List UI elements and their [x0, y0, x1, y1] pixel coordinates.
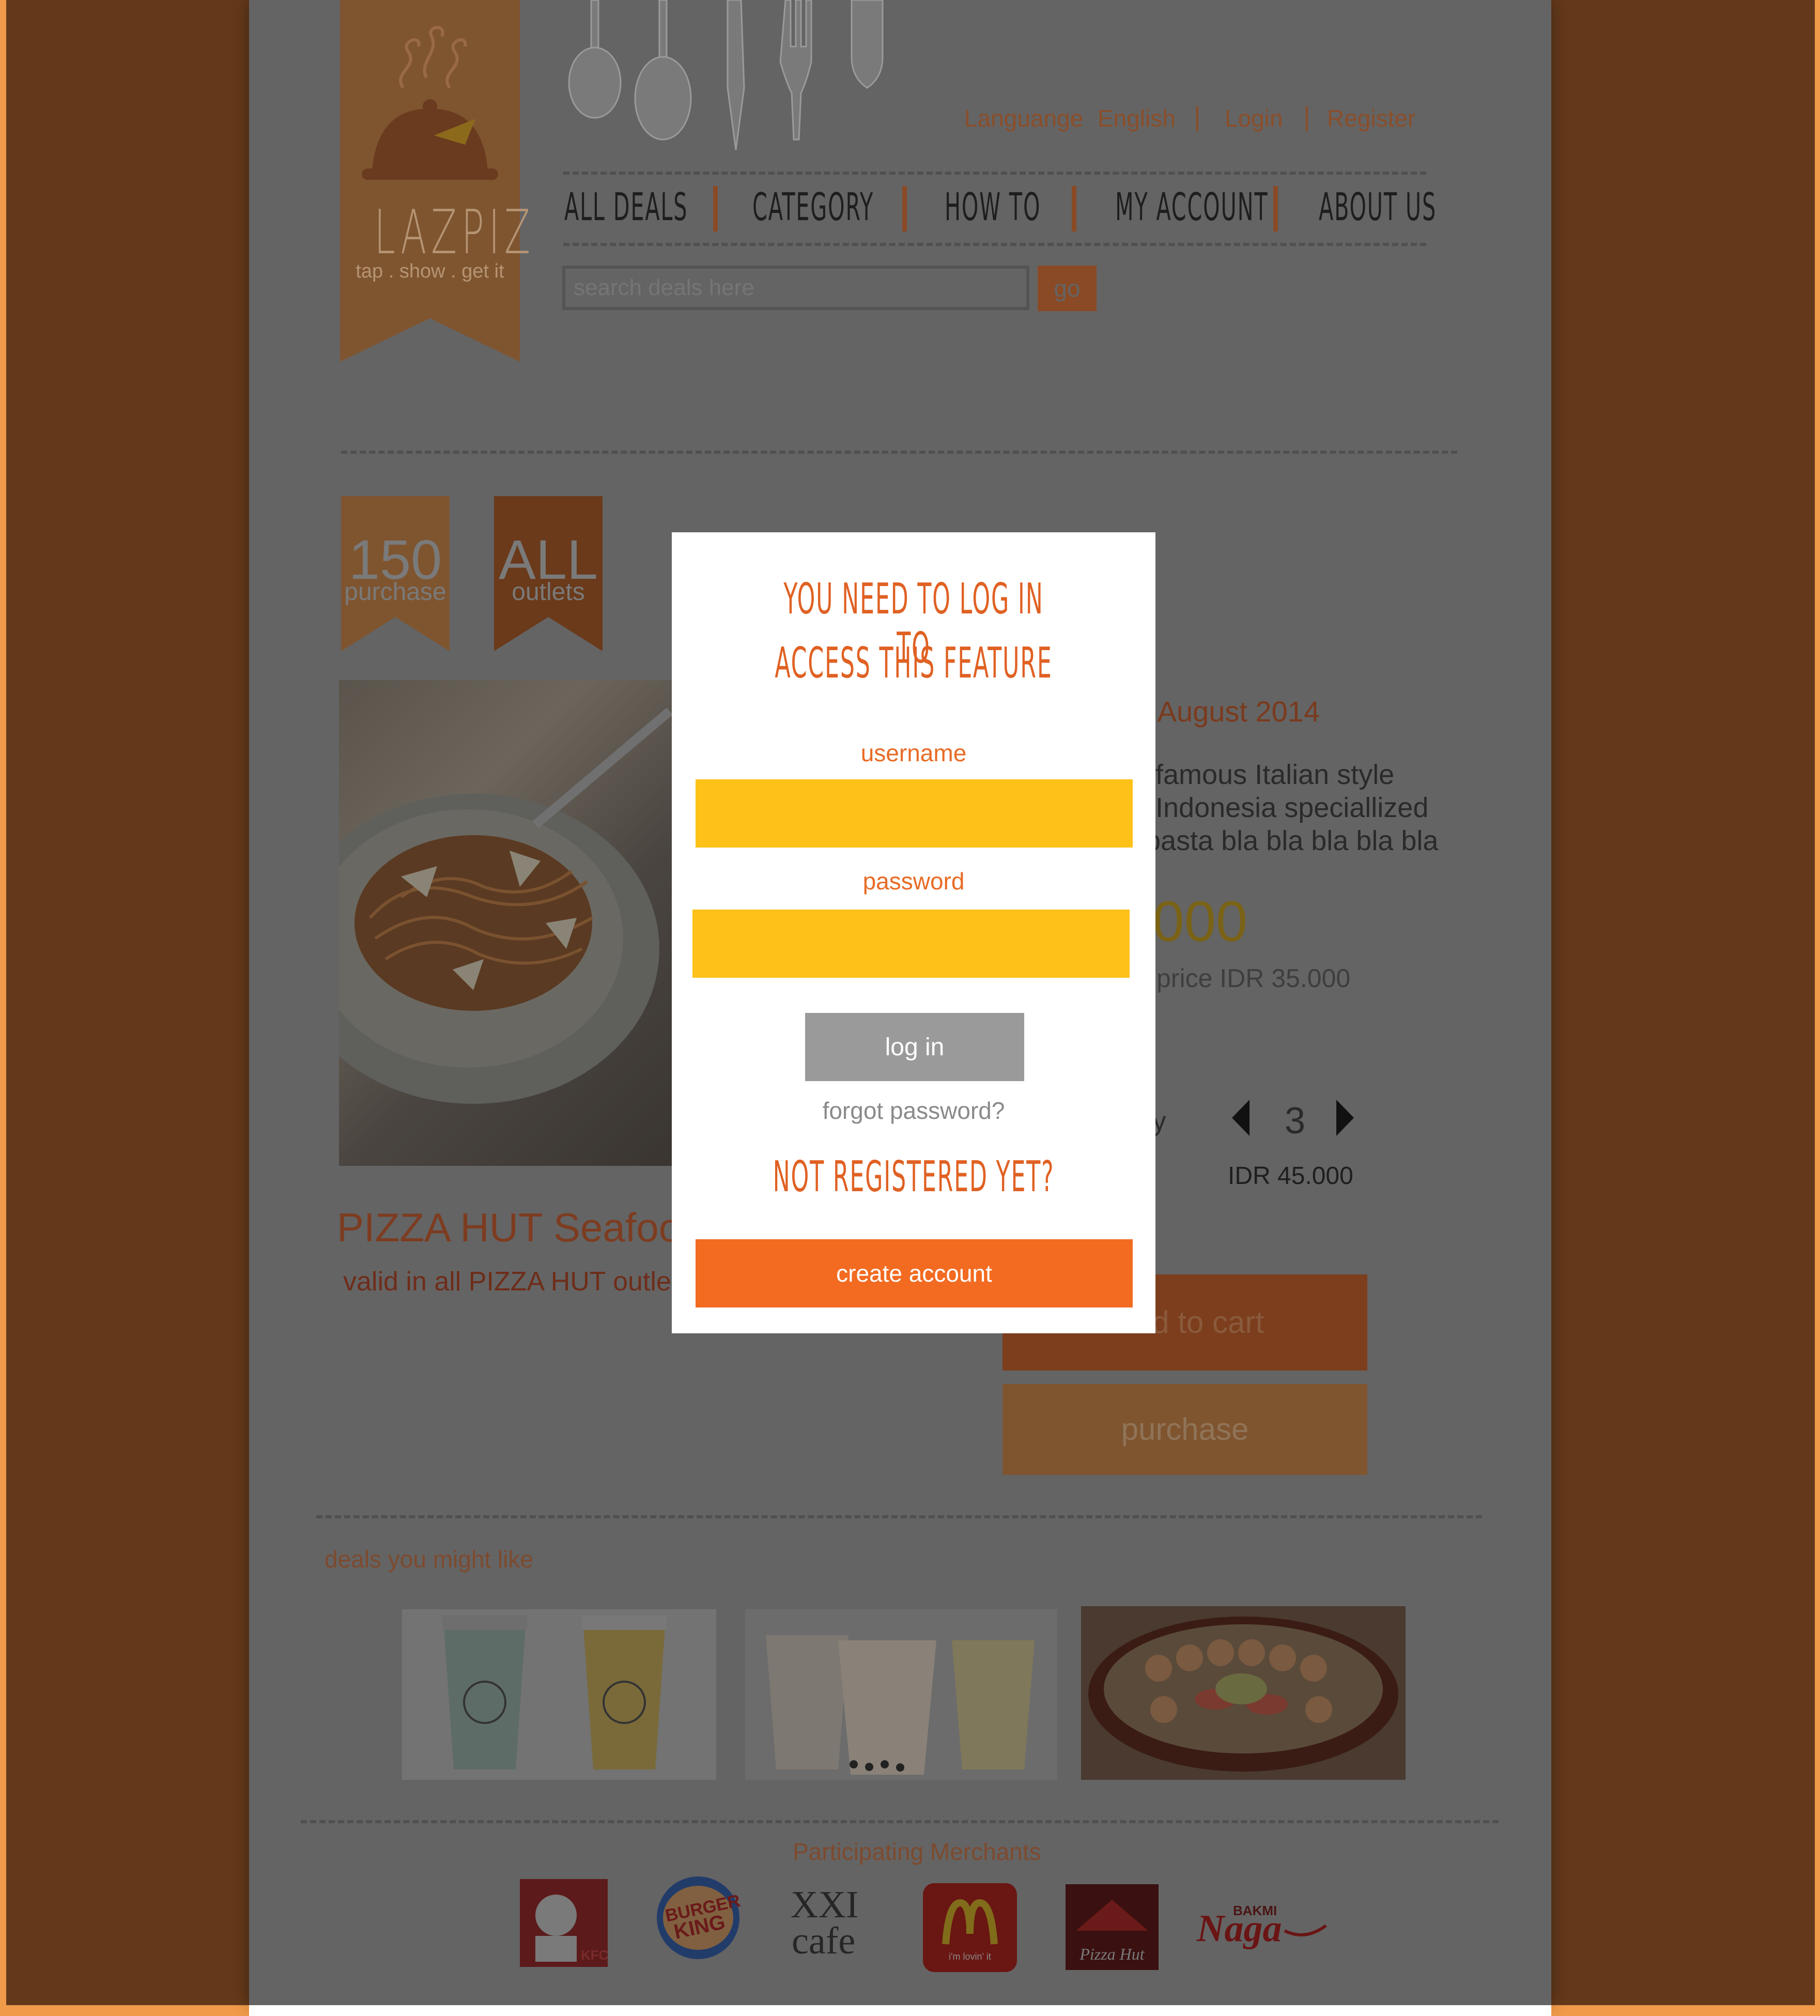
xxi-cafe-line2: cafe	[792, 1920, 855, 1962]
cutlery-decoration-icon	[568, 0, 884, 150]
section-divider	[316, 1515, 1482, 1518]
deal-thumbnail[interactable]	[402, 1609, 716, 1780]
not-registered-heading: NOT REGISTERED YET?	[773, 1152, 1055, 1202]
create-account-button[interactable]: create account	[696, 1239, 1133, 1307]
mcdonalds-slogan: i'm lovin' it	[949, 1951, 991, 1962]
deal-original-price: price IDR 35.000	[1156, 964, 1351, 993]
pizza-hut-logo-text: Pizza Hut	[1079, 1945, 1145, 1963]
drinks-cups-image	[442, 1615, 667, 1769]
search-go-button[interactable]: go	[1038, 266, 1097, 311]
brand-name: LAZPIZ	[374, 196, 535, 268]
bakmi-naga-logo-icon[interactable]: BAKMI Naga	[1192, 1879, 1336, 1957]
nav-my-account[interactable]: MY ACCOUNT	[1115, 185, 1268, 229]
quantity-value: 3	[1285, 1100, 1306, 1142]
recommended-deals-label: deals you might like	[325, 1546, 533, 1573]
purchase-button[interactable]: purchase	[1002, 1384, 1367, 1475]
topbar-separator: |	[1194, 102, 1201, 132]
nav-about-us[interactable]: ABOUT US	[1319, 185, 1437, 229]
bakmi-naga-big: Naga	[1196, 1907, 1282, 1950]
log-in-button[interactable]: log in	[805, 1013, 1024, 1081]
deal-description-line: famous Italian style	[1155, 759, 1395, 790]
nav-divider-bottom	[563, 243, 1426, 246]
password-field[interactable]	[692, 910, 1130, 978]
nav-separator	[902, 186, 907, 232]
search-input[interactable]	[562, 266, 1029, 310]
login-required-modal: YOU NEED TO LOG IN TO ACCESS THIS FEATUR…	[672, 532, 1155, 1333]
language-label: Languange	[964, 105, 1084, 132]
nav-divider-top	[563, 172, 1426, 175]
modal-heading-line2: ACCESS THIS FEATURE	[775, 639, 1053, 688]
nav-category[interactable]: CATEGORY	[752, 185, 874, 229]
username-label: username	[860, 740, 967, 766]
nav-separator	[1273, 186, 1278, 232]
purchase-count-label: purchase	[344, 578, 446, 606]
mcdonalds-logo-icon[interactable]: i'm lovin' it	[922, 1882, 1018, 1973]
nav-separator	[713, 186, 718, 232]
deal-thumbnail[interactable]	[1081, 1606, 1406, 1780]
left-background-panel	[6, 0, 249, 2005]
section-divider	[341, 451, 1457, 454]
deal-thumbnail[interactable]	[745, 1609, 1057, 1780]
quantity-increase-icon[interactable]	[1336, 1100, 1355, 1136]
merchants-label: Participating Merchants	[793, 1838, 1041, 1865]
login-link[interactable]: Login	[1225, 104, 1283, 132]
password-label: password	[862, 868, 965, 895]
burger-king-logo-icon[interactable]: BURGER KING	[654, 1874, 742, 1962]
right-background-panel	[1551, 0, 1815, 2005]
quantity-total: IDR 45.000	[1228, 1162, 1353, 1190]
spaghetti-plate-image	[339, 707, 673, 1104]
topbar-separator: |	[1303, 102, 1310, 132]
forgot-password-link[interactable]: forgot password?	[672, 1097, 1155, 1125]
deal-description-line: pasta bla bla bla bla bla	[1145, 825, 1439, 856]
bubble-tea-image	[766, 1635, 1035, 1775]
username-field[interactable]	[696, 779, 1133, 848]
kfc-logo-text: KFC	[581, 1947, 608, 1963]
outlets-label: outlets	[512, 578, 585, 606]
nav-all-deals[interactable]: ALL DEALS	[564, 185, 688, 229]
brand-tagline: tap . show . get it	[356, 260, 504, 282]
deal-title: PIZZA HUT Seafood	[337, 1205, 704, 1250]
nav-how-to[interactable]: HOW TO	[945, 185, 1041, 229]
quantity-decrease-icon[interactable]	[1232, 1100, 1251, 1136]
section-divider	[301, 1820, 1499, 1823]
cloche-logo-icon	[362, 26, 498, 180]
pizza-hut-logo-icon[interactable]: Pizza Hut	[1066, 1884, 1159, 1970]
deal-image	[339, 680, 675, 1166]
page-bottom-strip	[249, 2005, 1551, 2016]
language-selector[interactable]: English	[1098, 104, 1176, 132]
register-link[interactable]: Register	[1327, 104, 1415, 132]
nav-separator	[1072, 186, 1076, 232]
deal-description-line: Indonesia speciallized	[1155, 792, 1429, 823]
sushi-platter-image	[1088, 1617, 1398, 1772]
xxi-cafe-logo-icon[interactable]: XXI cafe	[785, 1881, 873, 1964]
deal-date: 0 August 2014	[1135, 695, 1320, 728]
kfc-logo-icon[interactable]: KFC	[520, 1879, 608, 1967]
deal-validity: valid in all PIZZA HUT outle	[343, 1267, 671, 1297]
